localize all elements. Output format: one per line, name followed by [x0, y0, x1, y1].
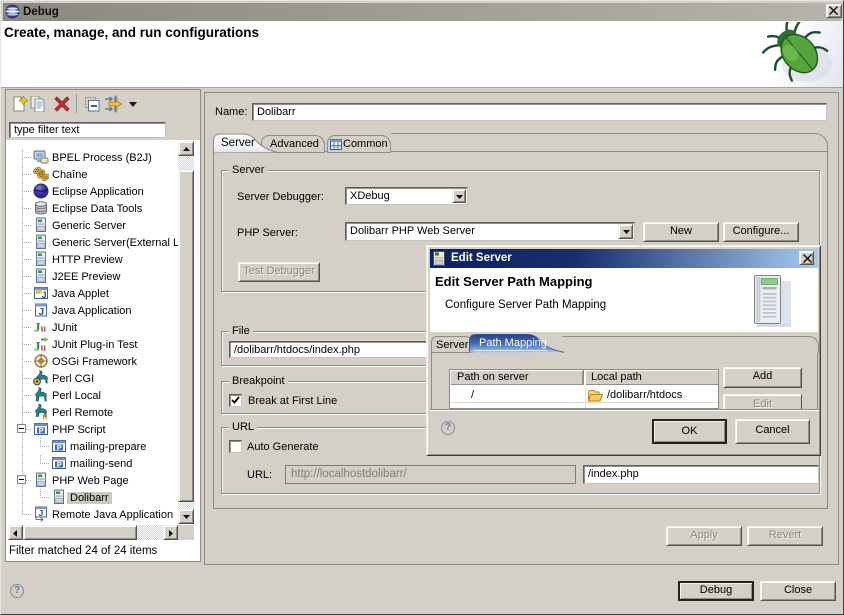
svg-text:J: J: [39, 508, 44, 518]
svg-text:u: u: [41, 343, 47, 353]
svg-text:J: J: [42, 290, 47, 300]
svg-text:J: J: [39, 307, 45, 318]
svg-text:P: P: [57, 443, 62, 452]
svg-text:u: u: [41, 324, 47, 335]
svg-text:P: P: [39, 426, 44, 435]
svg-text:R: R: [43, 415, 48, 421]
svg-text:P: P: [57, 460, 62, 469]
